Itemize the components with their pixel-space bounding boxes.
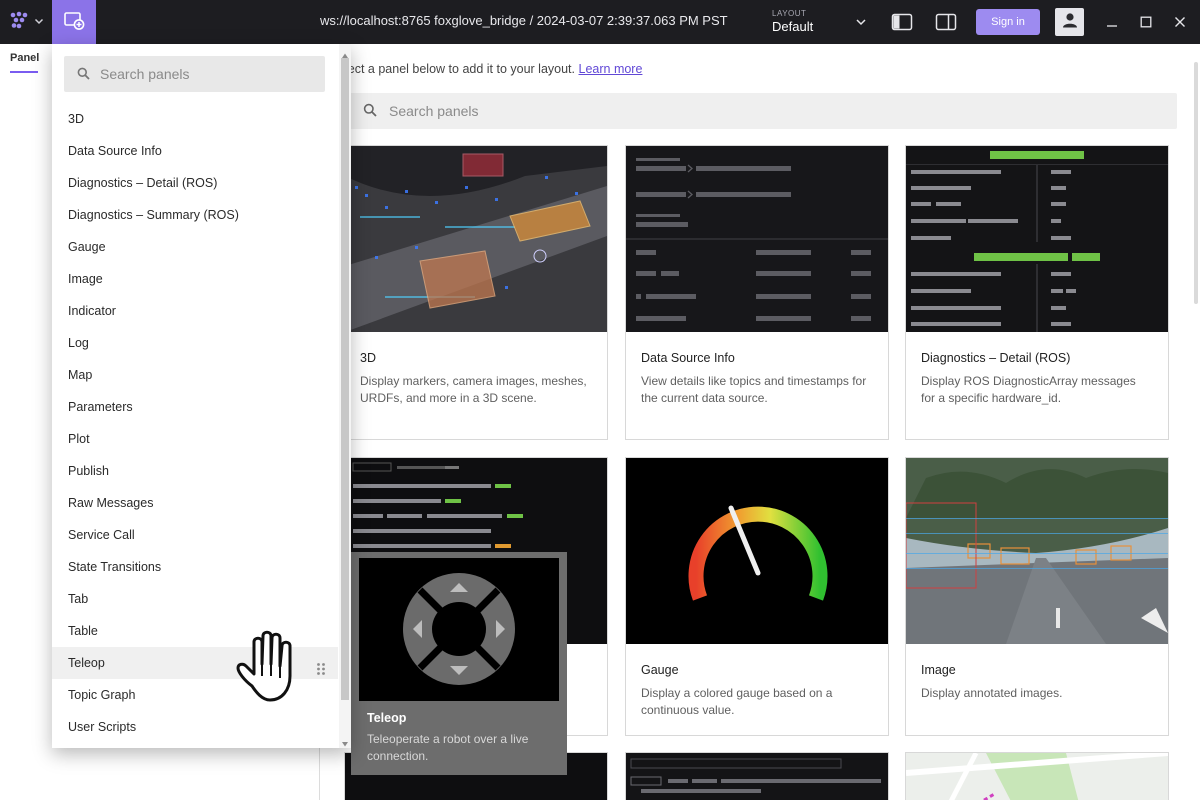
panel-list-item[interactable]: Diagnostics – Summary (ROS): [52, 199, 338, 231]
add-panel-button[interactable]: [52, 0, 96, 44]
user-avatar-button[interactable]: [1055, 8, 1084, 36]
scrollbar-thumb[interactable]: [341, 58, 349, 700]
panel-card-thumbnail: [906, 753, 1168, 800]
panel-list-item[interactable]: Data Source Info: [52, 135, 338, 167]
panel-card-title: Gauge: [641, 663, 679, 677]
close-icon[interactable]: [1169, 11, 1191, 33]
panel-card-map[interactable]: [905, 752, 1169, 800]
foxglove-logo-icon: [8, 9, 30, 36]
search-placeholder: Search panels: [389, 103, 479, 119]
add-panel-icon: [62, 8, 86, 37]
search-placeholder: Search panels: [100, 66, 190, 82]
panel-list-item[interactable]: Diagnostics – Detail (ROS): [52, 167, 338, 199]
panel-card-description: Display markers, camera images, meshes, …: [360, 374, 587, 405]
panel-list-item[interactable]: Parameters: [52, 391, 338, 423]
panel-card-description: Display annotated images.: [921, 686, 1063, 700]
panel-card-title: Image: [921, 663, 956, 677]
panel-card-title: Diagnostics – Detail (ROS): [921, 351, 1071, 365]
panel-list-scrollbar[interactable]: [339, 44, 351, 748]
panel-card-thumbnail: [345, 146, 607, 332]
tab-panel[interactable]: Panel: [10, 52, 39, 64]
panel-card-3d[interactable]: 3D Display markers, camera images, meshe…: [344, 145, 608, 440]
panel-list-item[interactable]: Raw Messages: [52, 487, 338, 519]
search-icon: [77, 67, 90, 85]
learn-more-link[interactable]: Learn more: [579, 62, 643, 76]
panel-list-item[interactable]: Log: [52, 327, 338, 359]
panel-card-title: 3D: [360, 351, 376, 365]
panel-card-title: Data Source Info: [641, 351, 735, 365]
left-sidebar-toggle-icon[interactable]: [891, 11, 913, 33]
panel-list-item[interactable]: Tab: [52, 583, 338, 615]
panel-list-item[interactable]: State Transitions: [52, 551, 338, 583]
teleop-thumbnail: [359, 558, 559, 701]
user-icon: [1061, 11, 1079, 34]
chevron-down-icon: [34, 13, 44, 31]
intro-text: lect a panel below to add it to your lay…: [345, 62, 642, 76]
scrollbar-thumb[interactable]: [1194, 62, 1198, 304]
scroll-down-icon[interactable]: [341, 735, 349, 753]
connection-status[interactable]: ws://localhost:8765 foxglove_bridge / 20…: [320, 13, 728, 28]
panel-list-item[interactable]: Image: [52, 263, 338, 295]
panel-card-thumbnail: [626, 753, 888, 800]
app-menu-button[interactable]: [0, 0, 52, 44]
catalog-scrollbar[interactable]: [1192, 44, 1200, 800]
panel-card-description: Display ROS DiagnosticArray messages for…: [921, 374, 1136, 405]
panel-list-item[interactable]: Indicator: [52, 295, 338, 327]
catalog-search-input[interactable]: Search panels: [339, 93, 1177, 129]
panel-list-item-label: Teleop: [68, 656, 105, 670]
chevron-down-icon[interactable]: [855, 15, 867, 33]
top-bar: ws://localhost:8765 foxglove_bridge / 20…: [0, 0, 1200, 44]
sign-in-button[interactable]: Sign in: [976, 9, 1040, 35]
panel-card-thumbnail: [626, 458, 888, 644]
panel-list-item[interactable]: Plot: [52, 423, 338, 455]
drag-preview-teleop: Teleop Teleoperate a robot over a live c…: [351, 552, 567, 775]
drag-preview-title: Teleop: [367, 711, 407, 725]
app-window: ws://localhost:8765 foxglove_bridge / 20…: [0, 0, 1200, 800]
panel-list-item[interactable]: User Scripts: [52, 711, 338, 743]
drag-preview-description: Teleoperate a robot over a live connecti…: [367, 732, 529, 763]
panel-card-gauge[interactable]: Gauge Display a colored gauge based on a…: [625, 457, 889, 736]
search-icon: [363, 103, 377, 122]
panel-card-diagnostics-detail[interactable]: Diagnostics – Detail (ROS) Display ROS D…: [905, 145, 1169, 440]
panel-card-thumbnail: [906, 146, 1168, 332]
panel-card-description: View details like topics and timestamps …: [641, 374, 867, 405]
panel-list-item[interactable]: Map: [52, 359, 338, 391]
intro-text-body: lect a panel below to add it to your lay…: [345, 62, 576, 76]
panel-list-item[interactable]: 3D: [52, 103, 338, 135]
right-sidebar-toggle-icon[interactable]: [935, 11, 957, 33]
panel-list-item[interactable]: Gauge: [52, 231, 338, 263]
grab-cursor-icon: [232, 628, 308, 713]
panel-card-data-source-info[interactable]: Data Source Info View details like topic…: [625, 145, 889, 440]
panel-card-thumbnail: [906, 458, 1168, 644]
minimize-icon[interactable]: [1101, 11, 1123, 33]
panel-search-input[interactable]: Search panels: [64, 56, 325, 92]
panel-card-thumbnail: [626, 146, 888, 332]
maximize-icon[interactable]: [1135, 11, 1157, 33]
panel-list-item[interactable]: Service Call: [52, 519, 338, 551]
panel-card-log[interactable]: [625, 752, 889, 800]
panel-card-description: Display a colored gauge based on a conti…: [641, 686, 833, 717]
panel-card-image[interactable]: Image Display annotated images.: [905, 457, 1169, 736]
panel-list-item[interactable]: Publish: [52, 455, 338, 487]
active-tab-indicator: [10, 71, 38, 73]
